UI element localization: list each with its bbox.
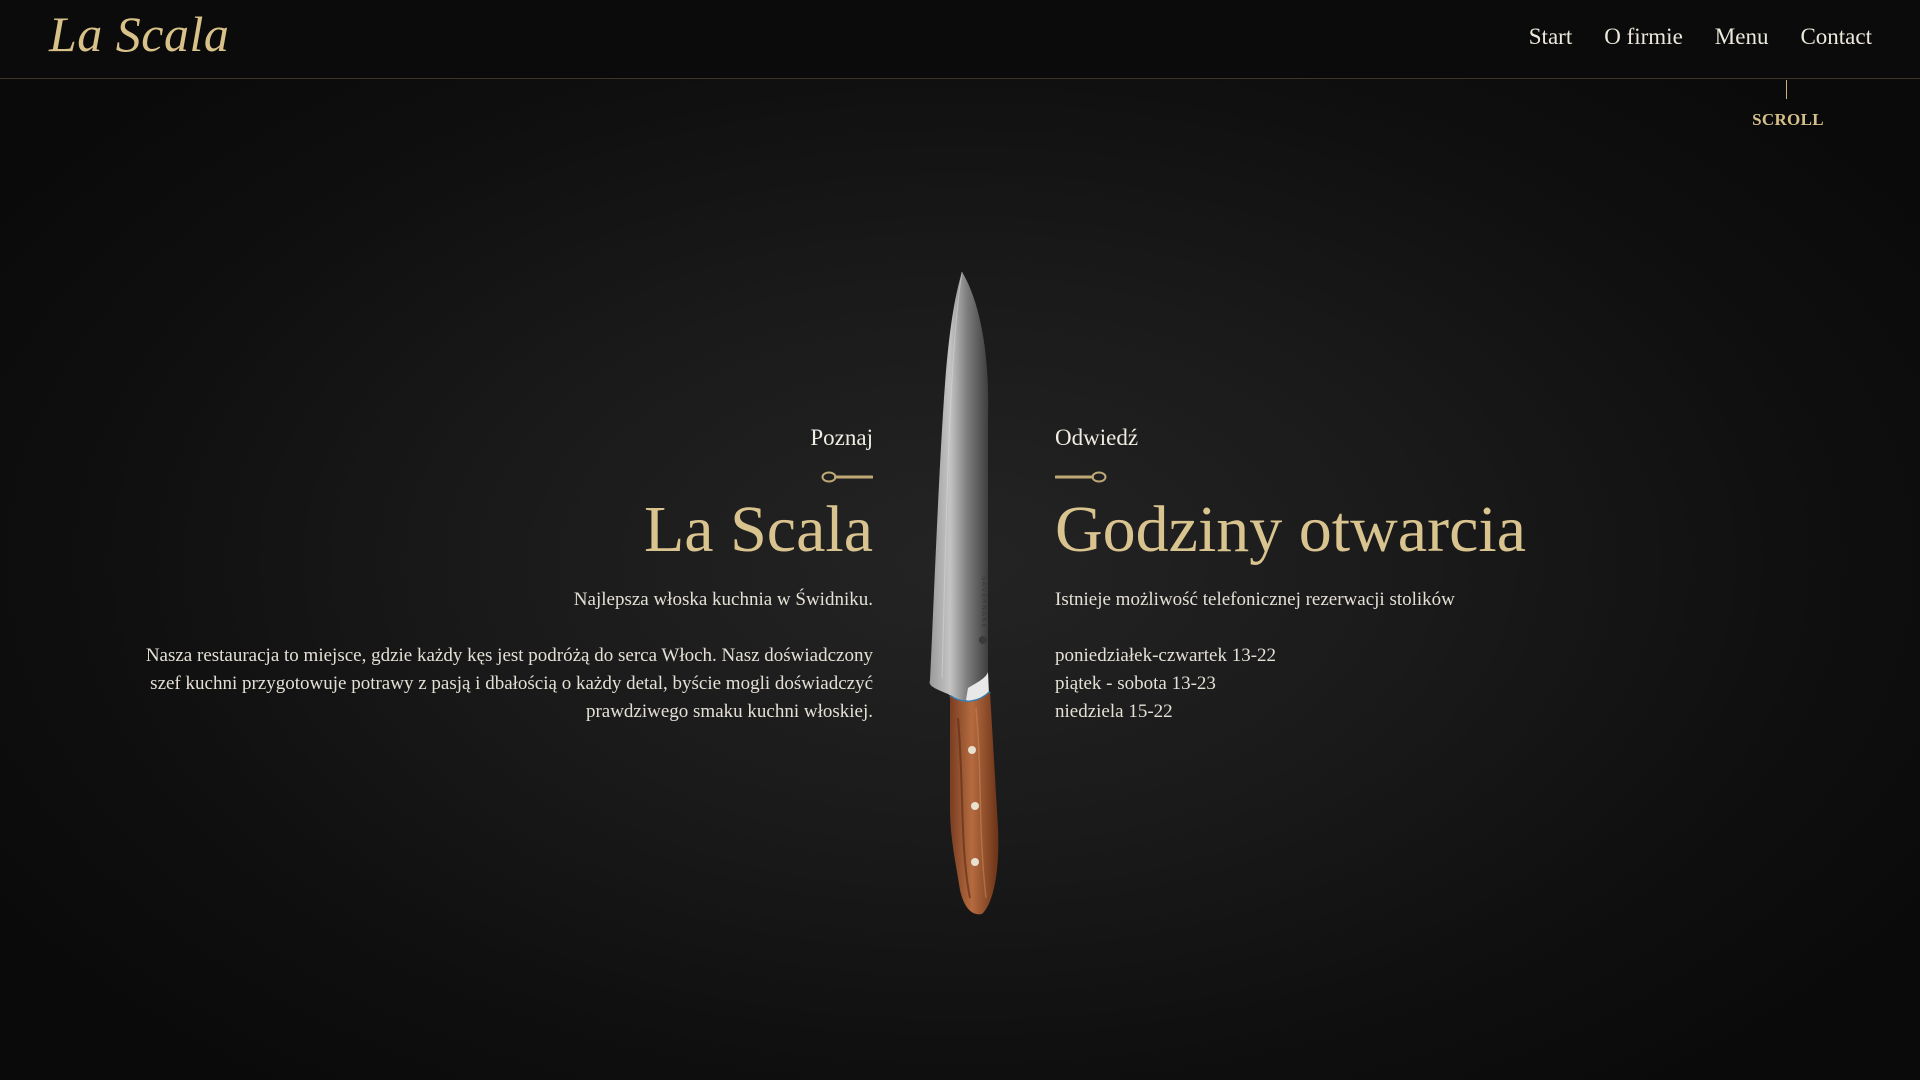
reservation-note: Istnieje możliwość telefonicznej rezerwa… — [1055, 589, 1455, 610]
knife-image: SAVERNAKE — [929, 271, 999, 915]
about-description-line: szef kuchni przygotowuje potrawy z pasją… — [150, 673, 873, 694]
hours-item: poniedziałek-czwartek 13-22 — [1055, 645, 1277, 666]
hours-section: Odwiedź Godziny otwarcia Istnieje możliw… — [1055, 422, 1655, 726]
about-description: Nasza restauracja to miejsce, gdzie każd… — [53, 642, 873, 726]
nav-item-contact[interactable]: Contact — [1800, 24, 1872, 50]
hours-item: niedziela 15-22 — [1055, 701, 1173, 722]
nav-item-menu[interactable]: Menu — [1715, 24, 1769, 50]
about-section: Poznaj La Scala Najlepsza włoska kuchnia… — [53, 422, 873, 726]
knife-brand: SAVERNAKE — [980, 576, 988, 629]
hours-title: Godziny otwarcia — [1055, 493, 1526, 566]
nav-item-o-firmie[interactable]: O firmie — [1604, 24, 1683, 50]
site-header: La Scala Start O firmie Menu Contact — [0, 0, 1920, 79]
about-eyebrow: Poznaj — [810, 425, 873, 450]
nav-item-start[interactable]: Start — [1529, 24, 1572, 50]
hours-eyebrow: Odwiedź — [1055, 425, 1139, 450]
spoon-divider-icon — [53, 470, 873, 484]
scroll-indicator-line — [1786, 80, 1787, 99]
about-description-line: Nasza restauracja to miejsce, gdzie każd… — [145, 645, 873, 666]
about-description-line: prawdziwego smaku kuchni włoskiej. — [585, 701, 873, 722]
logo[interactable]: La Scala — [49, 5, 229, 63]
about-lead: Najlepsza włoska kuchnia w Świdniku. — [573, 589, 873, 610]
about-title: La Scala — [643, 493, 873, 566]
main-nav: Start O firmie Menu Contact — [1529, 24, 1872, 50]
scroll-indicator[interactable]: SCROLL — [1752, 110, 1824, 130]
opening-hours-list: poniedziałek-czwartek 13-22 piątek - sob… — [1055, 642, 1655, 726]
spoon-divider-icon — [1055, 470, 1655, 484]
hours-item: piątek - sobota 13-23 — [1055, 673, 1216, 694]
